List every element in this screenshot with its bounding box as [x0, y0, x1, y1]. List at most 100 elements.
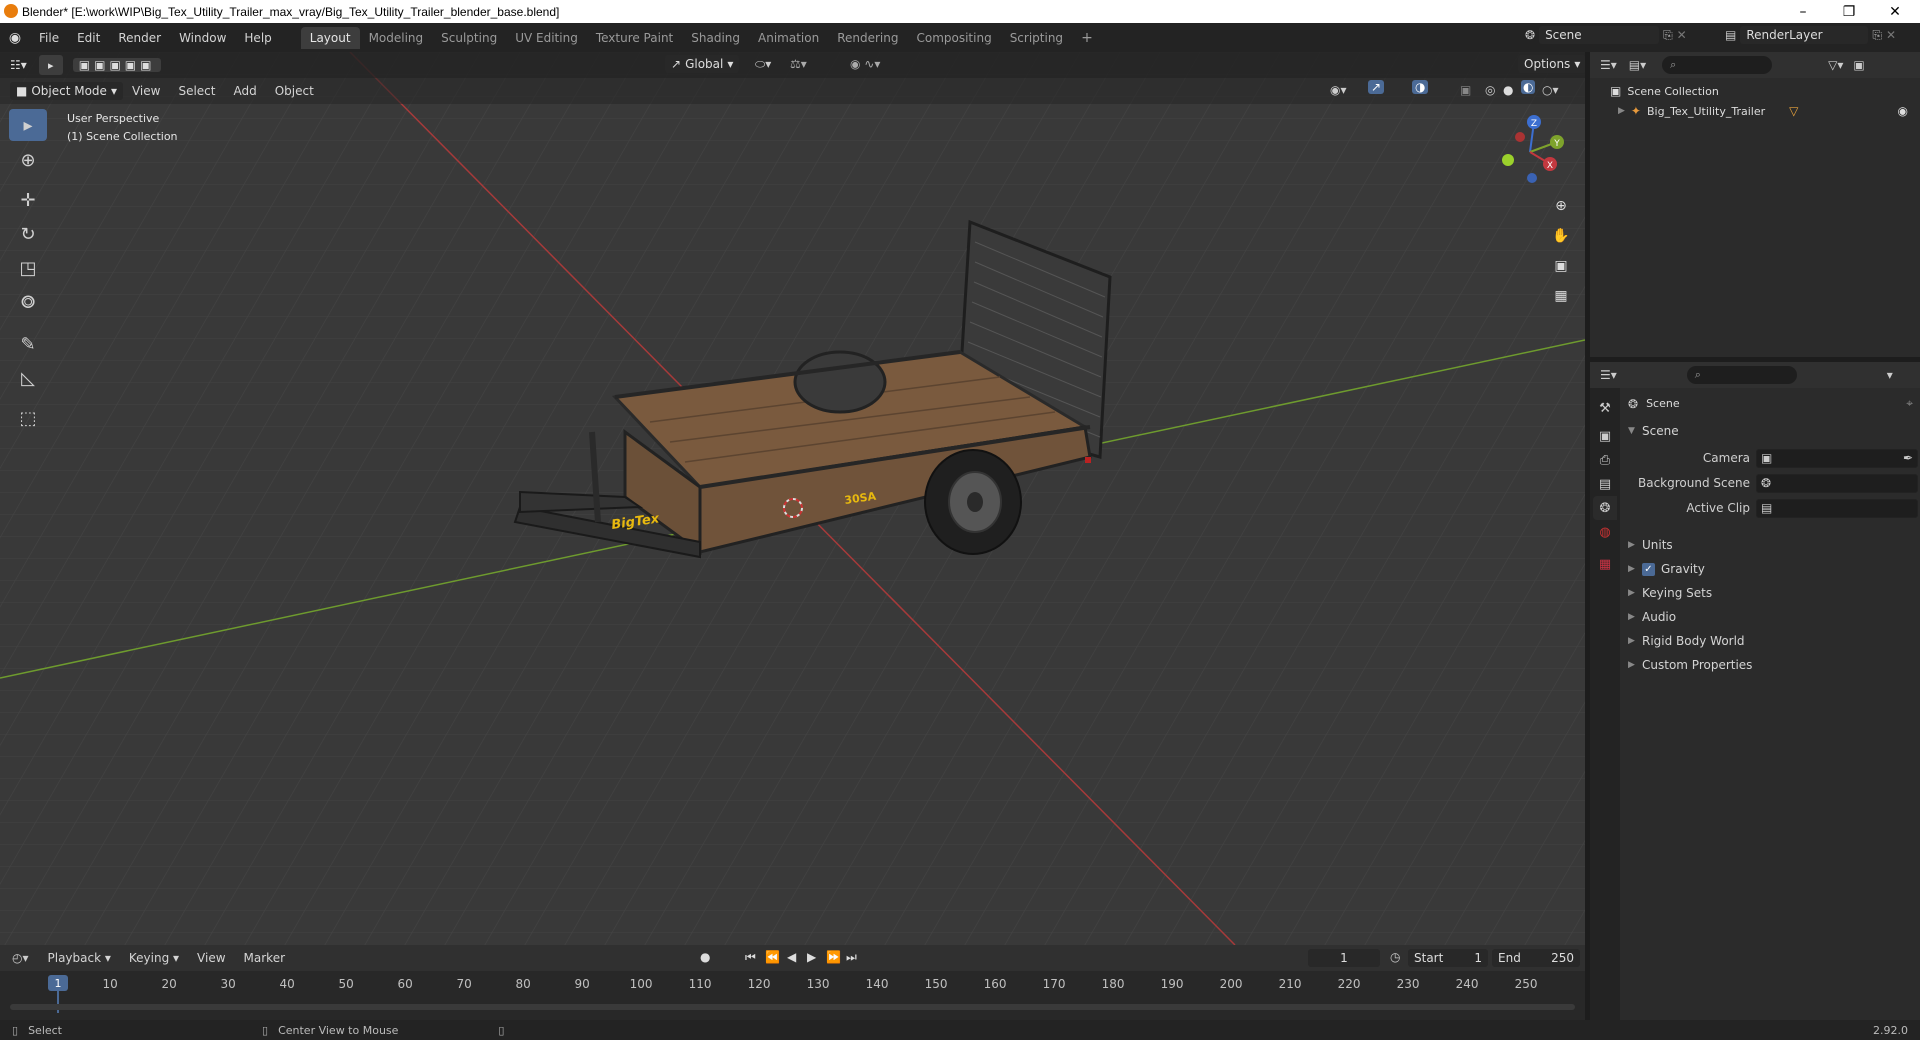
- select-box-icon[interactable]: ▸: [9, 109, 47, 141]
- tab-compositing[interactable]: Compositing: [907, 27, 1000, 49]
- active-clip-field[interactable]: ▤: [1756, 498, 1918, 518]
- preview-range-icon[interactable]: ◷: [1390, 950, 1400, 964]
- expand-arrow-icon[interactable]: ▶: [1628, 564, 1642, 574]
- camera-view-icon[interactable]: ▣: [1548, 253, 1574, 279]
- properties-editor-type-icon[interactable]: ☰▾: [1600, 368, 1617, 382]
- play-icon[interactable]: ▶: [807, 950, 816, 964]
- menu-file[interactable]: File: [30, 31, 68, 45]
- next-keyframe-icon[interactable]: ⏩: [826, 950, 841, 964]
- xray-icon[interactable]: ▣: [1460, 83, 1471, 97]
- gravity-panel[interactable]: ▶ ✓ Gravity: [1628, 558, 1705, 580]
- tab-sculpting[interactable]: Sculpting: [432, 27, 506, 49]
- tool-select-icon[interactable]: ▸: [38, 55, 63, 75]
- tab-rendering[interactable]: Rendering: [828, 27, 907, 49]
- timeline-menu-keying[interactable]: Keying ▾: [120, 951, 188, 965]
- properties-search-input[interactable]: ⌕: [1686, 366, 1797, 384]
- playhead[interactable]: 1: [48, 975, 68, 991]
- pin-icon[interactable]: ⌖: [1906, 396, 1913, 411]
- tool-tab-icon[interactable]: ⚒: [1593, 396, 1617, 420]
- shading-rendered-icon[interactable]: ○▾: [1542, 83, 1559, 97]
- tab-modeling[interactable]: Modeling: [360, 27, 433, 49]
- gizmo-toggle-icon[interactable]: ↗: [1368, 80, 1385, 94]
- visibility-icon[interactable]: ◉▾: [1330, 83, 1347, 97]
- viewport-menu-add[interactable]: Add: [224, 84, 265, 98]
- perspective-grid-icon[interactable]: ▦: [1548, 283, 1574, 309]
- move-icon[interactable]: ✛: [9, 184, 47, 216]
- snap-icon[interactable]: ⚖▾: [790, 57, 807, 71]
- zoom-icon[interactable]: ⊕: [1548, 193, 1574, 219]
- scene-selector[interactable]: Scene: [1539, 26, 1660, 44]
- properties-options-icon[interactable]: ▾: [1887, 368, 1893, 382]
- current-frame-field[interactable]: 1: [1308, 949, 1380, 967]
- prev-keyframe-icon[interactable]: ⏪: [765, 950, 780, 964]
- tab-shading[interactable]: Shading: [682, 27, 749, 49]
- tab-layout[interactable]: Layout: [300, 26, 360, 49]
- eyedropper-icon[interactable]: ✒: [1903, 451, 1913, 465]
- menu-help[interactable]: Help: [235, 31, 280, 45]
- minimize-icon[interactable]: –: [1780, 0, 1826, 23]
- select-mode-icons[interactable]: ▣▣▣▣▣: [72, 58, 162, 72]
- rigid-body-world-panel[interactable]: ▶ Rigid Body World: [1628, 630, 1745, 652]
- menu-window[interactable]: Window: [170, 31, 235, 45]
- filter-icon[interactable]: ▽▾: [1828, 58, 1843, 72]
- expand-arrow-icon[interactable]: ▶: [1618, 106, 1625, 116]
- menu-render[interactable]: Render: [109, 31, 170, 45]
- transform-orientation[interactable]: ↗ Global ▾: [665, 55, 740, 73]
- pan-hand-icon[interactable]: ✋: [1548, 223, 1574, 249]
- rotate-icon[interactable]: ↻: [9, 218, 47, 250]
- jump-start-icon[interactable]: ⏮: [745, 950, 756, 965]
- jump-end-icon[interactable]: ⏭: [846, 950, 857, 965]
- timeline-editor-type-icon[interactable]: ◴▾: [12, 951, 29, 965]
- timeline-menu-view[interactable]: View: [188, 951, 234, 965]
- expand-arrow-icon[interactable]: ▶: [1628, 660, 1642, 670]
- tab-uv-editing[interactable]: UV Editing: [506, 27, 587, 49]
- pivot-icon[interactable]: ⬭▾: [755, 57, 771, 72]
- tab-texture-paint[interactable]: Texture Paint: [587, 27, 682, 49]
- record-icon[interactable]: ●: [700, 950, 710, 964]
- scene-panel-header[interactable]: ▼ Scene: [1628, 420, 1679, 442]
- new-collection-icon[interactable]: ▣: [1853, 58, 1864, 72]
- overlay-toggle-icon[interactable]: ◑: [1412, 80, 1429, 94]
- editor-type-icon[interactable]: ☷▾: [10, 58, 27, 72]
- restore-icon[interactable]: ❐: [1826, 0, 1872, 23]
- outliner-root-row[interactable]: ▣ Scene Collection: [1610, 84, 1719, 98]
- delete-scene-icon[interactable]: ✕: [1677, 28, 1687, 42]
- new-scene-icon[interactable]: ⎘: [1663, 28, 1673, 43]
- render-layer-selector[interactable]: RenderLayer: [1740, 26, 1869, 44]
- render-tab-icon[interactable]: ▣: [1593, 424, 1617, 448]
- expand-arrow-icon[interactable]: ▶: [1628, 588, 1642, 598]
- new-layer-icon[interactable]: ⎘: [1872, 28, 1882, 43]
- proportional-edit-icon[interactable]: ◉ ∿▾: [850, 57, 880, 71]
- transform-icon[interactable]: ⭗: [9, 286, 47, 318]
- world-tab-icon[interactable]: ◍: [1593, 520, 1617, 544]
- timeline-menu-marker[interactable]: Marker: [235, 951, 294, 965]
- expand-arrow-icon[interactable]: ▶: [1628, 540, 1642, 550]
- outliner-search-input[interactable]: ⌕: [1662, 56, 1773, 74]
- tab-scripting[interactable]: Scripting: [1001, 27, 1072, 49]
- expand-arrow-icon[interactable]: ▶: [1628, 636, 1642, 646]
- viewport-menu-object[interactable]: Object: [266, 84, 323, 98]
- annotate-icon[interactable]: ✎: [9, 328, 47, 360]
- measure-icon[interactable]: ◺: [9, 362, 47, 394]
- end-frame-field[interactable]: End 250: [1492, 949, 1580, 967]
- menu-edit[interactable]: Edit: [68, 31, 109, 45]
- expand-arrow-icon[interactable]: ▼: [1628, 426, 1642, 436]
- shading-wireframe-icon[interactable]: ◎: [1485, 83, 1495, 97]
- gravity-checkbox[interactable]: ✓: [1642, 562, 1655, 576]
- scale-icon[interactable]: ◳: [9, 252, 47, 284]
- audio-panel[interactable]: ▶ Audio: [1628, 606, 1676, 628]
- viewport-menu-select[interactable]: Select: [169, 84, 224, 98]
- close-icon[interactable]: ✕: [1872, 0, 1918, 23]
- shading-material-icon[interactable]: ◐: [1521, 80, 1536, 94]
- options-button[interactable]: Options ▾: [1518, 55, 1585, 73]
- timeline-track[interactable]: 1 10 20 30 40 50 60 70 80 90 100 110 120 130 140 150 16…: [0, 971, 1585, 1020]
- background-scene-field[interactable]: ❂: [1756, 473, 1918, 493]
- play-reverse-icon[interactable]: ◀: [787, 950, 796, 964]
- camera-field[interactable]: ▣ ✒: [1756, 448, 1918, 468]
- display-mode-icon[interactable]: ▤▾: [1629, 58, 1646, 72]
- add-cube-icon[interactable]: ⬚: [9, 402, 47, 434]
- custom-properties-panel[interactable]: ▶ Custom Properties: [1628, 654, 1752, 676]
- tab-animation[interactable]: Animation: [749, 27, 828, 49]
- viewport-menu-view[interactable]: View: [123, 84, 169, 98]
- object-mode-selector[interactable]: ■ Object Mode ▾: [10, 82, 123, 100]
